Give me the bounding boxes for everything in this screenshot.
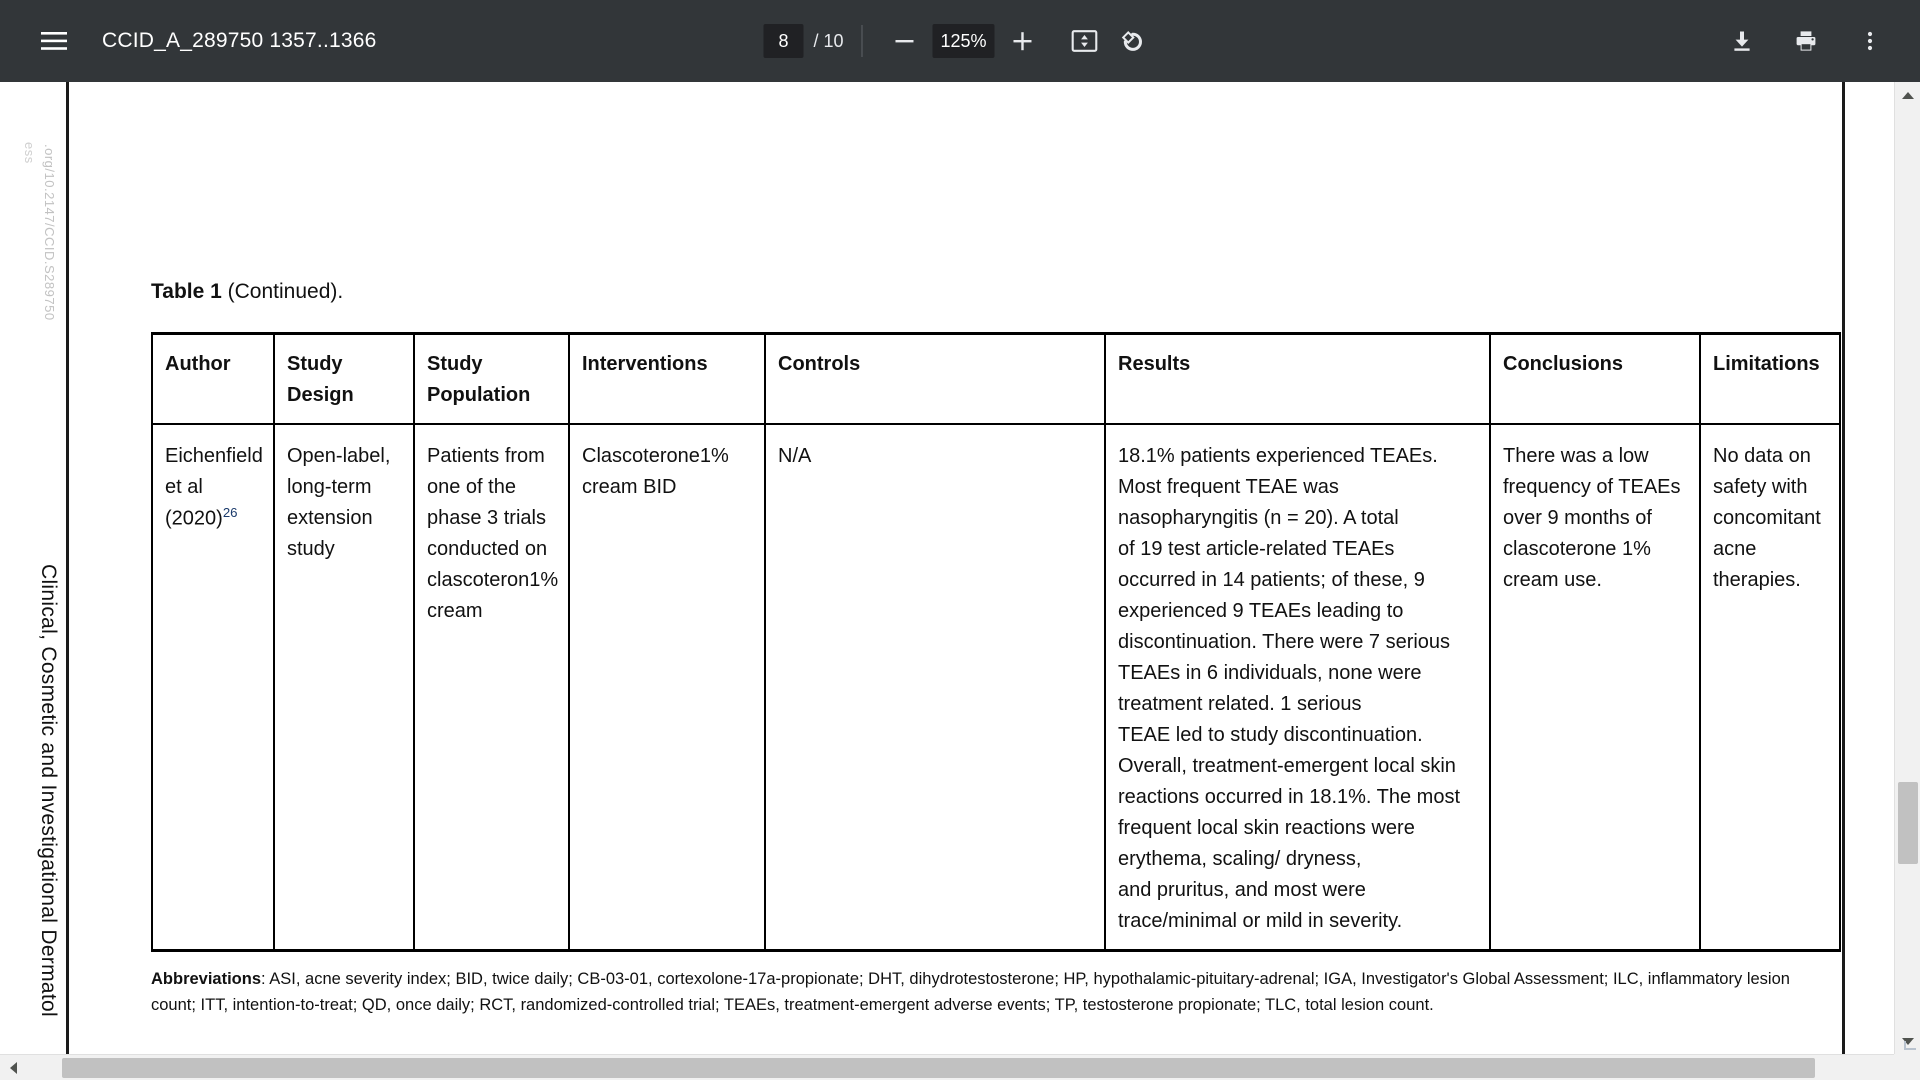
scroll-up-arrow-icon[interactable] — [1895, 82, 1920, 108]
column-header-results: Results — [1105, 334, 1490, 425]
abbreviations-text: : ASI, acne severity index; BID, twice d… — [151, 970, 1790, 1014]
table-caption-rest: (Continued). — [222, 280, 343, 303]
column-header-interventions: Interventions — [569, 334, 765, 425]
horizontal-scrollbar-thumb[interactable] — [62, 1058, 1815, 1078]
cell-limitations: No data on safety with concomitant acne … — [1700, 424, 1840, 951]
table-caption-label: Table 1 — [151, 280, 222, 303]
cell-conclusions: There was a low frequency of TEAEs over … — [1490, 424, 1700, 951]
cell-study-population: Patients from one of the phase 3 trials … — [414, 424, 569, 951]
press-margin-text: ess — [22, 142, 37, 164]
table-caption: Table 1 (Continued). — [151, 280, 1811, 304]
citation-reference: 26 — [223, 505, 238, 520]
cell-study-design: Open-label, long-term extension study — [274, 424, 414, 951]
column-header-conclusions: Conclusions — [1490, 334, 1700, 425]
results-paragraph: TEAE led to study discontinuation. Overa… — [1118, 720, 1477, 875]
page-total-label: / 10 — [813, 31, 843, 52]
hamburger-menu-icon[interactable] — [30, 17, 78, 65]
resize-grip[interactable] — [1904, 1041, 1916, 1050]
cell-author: Eichenfield et al (2020)26 — [152, 424, 274, 951]
toolbar-center-group: / 10 125% — [763, 17, 1156, 65]
cell-controls: N/A — [765, 424, 1105, 951]
scroll-left-arrow-icon[interactable] — [0, 1055, 26, 1081]
horizontal-scrollbar[interactable] — [0, 1054, 1920, 1080]
table-head: Author Study Design Study Population Int… — [152, 334, 1840, 425]
cell-results: 18.1% patients experienced TEAEs. Most f… — [1105, 424, 1490, 951]
column-header-study-population: Study Population — [414, 334, 569, 425]
pdf-toolbar: CCID_A_289750 1357..1366 / 10 125% — [0, 0, 1920, 82]
pdf-viewer-area[interactable]: ess .org/10.2147/CCID.S289750 Clinical, … — [0, 82, 1920, 1080]
column-header-author: Author — [152, 334, 274, 425]
doi-margin-text: .org/10.2147/CCID.S289750 — [42, 144, 57, 321]
pdf-page-sheet: Table 1 (Continued). Author Study Design… — [66, 82, 1845, 1057]
column-header-study-design: Study Design — [274, 334, 414, 425]
abbreviations-label: Abbreviations — [151, 970, 261, 988]
print-icon[interactable] — [1782, 17, 1830, 65]
table-header-row: Author Study Design Study Population Int… — [152, 334, 1840, 425]
rotate-counterclockwise-icon[interactable] — [1109, 17, 1157, 65]
more-vertical-icon[interactable] — [1846, 17, 1894, 65]
abbreviations-footnote: Abbreviations: ASI, acne severity index;… — [151, 966, 1811, 1019]
column-header-limitations: Limitations — [1700, 334, 1840, 425]
download-icon[interactable] — [1718, 17, 1766, 65]
column-header-controls: Controls — [765, 334, 1105, 425]
results-paragraph: and pruritus, and most were trace/minima… — [1118, 875, 1477, 937]
data-table: Author Study Design Study Population Int… — [151, 332, 1841, 952]
zoom-level-display[interactable]: 125% — [933, 24, 995, 58]
zoom-in-button[interactable] — [999, 17, 1047, 65]
toolbar-left-group: CCID_A_289750 1357..1366 — [0, 17, 377, 65]
toolbar-right-group — [1718, 17, 1894, 65]
document-title: CCID_A_289750 1357..1366 — [102, 29, 377, 53]
fit-to-page-icon[interactable] — [1061, 17, 1109, 65]
toolbar-divider — [862, 25, 863, 57]
zoom-out-button[interactable] — [881, 17, 929, 65]
vertical-scrollbar[interactable] — [1894, 82, 1920, 1054]
vertical-scrollbar-thumb[interactable] — [1898, 782, 1918, 864]
journal-name-margin-text: Clinical, Cosmetic and Investigational D… — [36, 564, 60, 1017]
results-paragraph: of 19 test article-related TEAEs occurre… — [1118, 534, 1477, 720]
scrollbar-corner — [1894, 1054, 1920, 1080]
cell-interventions: Clascoterone1% cream BID — [569, 424, 765, 951]
results-paragraph: 18.1% patients experienced TEAEs. Most f… — [1118, 441, 1477, 534]
page-content: Table 1 (Continued). Author Study Design… — [151, 82, 1811, 1019]
table-row: Eichenfield et al (2020)26 Open-label, l… — [152, 424, 1840, 951]
page-number-input[interactable] — [763, 24, 803, 58]
cell-author-text: Eichenfield et al (2020) — [165, 445, 263, 530]
table-body: Eichenfield et al (2020)26 Open-label, l… — [152, 424, 1840, 951]
